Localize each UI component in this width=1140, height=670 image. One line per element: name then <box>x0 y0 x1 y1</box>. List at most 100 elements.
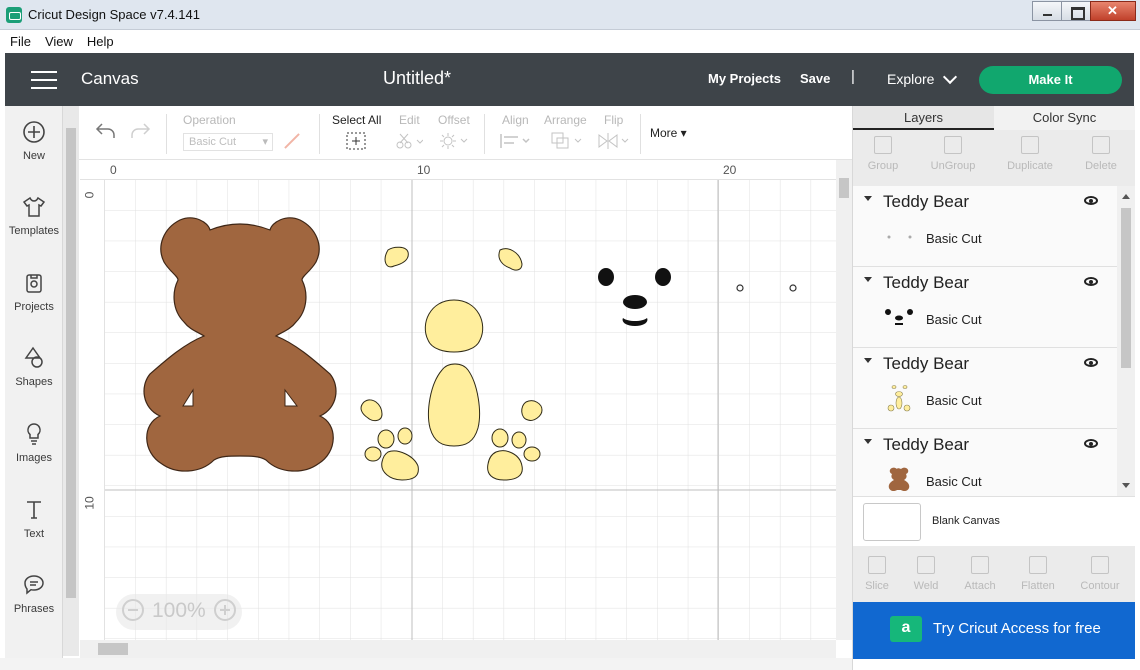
flip-button[interactable]: Flip <box>604 113 623 127</box>
blank-canvas-row[interactable]: Blank Canvas <box>853 496 1135 546</box>
ruler-label: 10 <box>417 163 431 177</box>
paperclip-icon <box>971 556 989 574</box>
menu-view[interactable]: View <box>45 34 73 49</box>
blank-canvas-swatch[interactable] <box>863 503 921 541</box>
explore-dropdown[interactable]: Explore <box>887 71 934 87</box>
weld-button[interactable]: Weld <box>896 556 956 592</box>
window-titlebar: Cricut Design Space v7.4.141 <box>0 0 1140 30</box>
ungroup-icon <box>944 136 962 154</box>
sidebar-scroll-thumb[interactable] <box>66 128 76 598</box>
maximize-icon[interactable] <box>1061 1 1091 21</box>
eye-icon[interactable] <box>1084 439 1098 448</box>
my-projects-link[interactable]: My Projects <box>708 71 781 86</box>
tab-color-sync[interactable]: Color Sync <box>994 106 1135 130</box>
tool-label: Slice <box>865 580 889 592</box>
delete-button[interactable]: Delete <box>1071 136 1131 172</box>
cricut-access-icon: a <box>890 616 922 642</box>
lightbulb-icon <box>27 423 41 445</box>
canvas-grid[interactable] <box>80 160 836 640</box>
contour-button[interactable]: Contour <box>1069 556 1131 592</box>
sidebar-scrollbar[interactable] <box>63 106 79 656</box>
trash-icon <box>1092 136 1110 154</box>
sidebar-item-label: Phrases <box>13 603 55 615</box>
scroll-down-icon[interactable] <box>1122 483 1130 488</box>
canvas-hscroll-thumb[interactable] <box>98 643 128 655</box>
tool-label: Attach <box>964 580 996 592</box>
eye-icon[interactable] <box>1084 277 1098 286</box>
save-button[interactable]: Save <box>800 71 830 86</box>
scissors-icon[interactable] <box>395 132 423 150</box>
layers-scroll-thumb[interactable] <box>1121 208 1131 368</box>
sidebar-item-new[interactable]: New <box>5 120 63 162</box>
caret-down-icon[interactable] <box>864 277 872 282</box>
select-all-icon[interactable] <box>346 132 366 150</box>
make-it-button[interactable]: Make It <box>979 66 1122 94</box>
more-label: More <box>650 126 678 140</box>
menu-help[interactable]: Help <box>87 34 114 49</box>
more-dropdown[interactable]: More ▾ <box>650 126 687 140</box>
close-icon[interactable] <box>1090 1 1136 21</box>
document-title[interactable]: Untitled* <box>383 68 451 89</box>
ruler-label: 10 <box>82 496 97 510</box>
operation-select[interactable]: Basic Cut <box>183 133 273 151</box>
flip-icon[interactable] <box>598 132 630 150</box>
sidebar-item-templates[interactable]: Templates <box>5 195 63 237</box>
layer-group-name: Teddy Bear <box>883 273 969 292</box>
ungroup-button[interactable]: UnGroup <box>923 136 983 172</box>
slice-icon <box>868 556 886 574</box>
layer-tools: Group UnGroup Duplicate Delete <box>853 130 1135 186</box>
contour-icon <box>1091 556 1109 574</box>
shirt-icon <box>22 196 46 217</box>
menu-file[interactable]: File <box>10 34 31 49</box>
arrange-icon[interactable] <box>551 132 583 150</box>
caret-down-icon[interactable] <box>864 196 872 201</box>
offset-button[interactable]: Offset <box>438 113 470 127</box>
layer-group[interactable]: Teddy Bear Basic Cut <box>853 186 1117 267</box>
canvas-vscroll-thumb[interactable] <box>839 178 849 198</box>
layers-scrollbar[interactable] <box>1117 186 1135 496</box>
layer-thumbnail <box>887 385 911 412</box>
duplicate-button[interactable]: Duplicate <box>1000 136 1060 172</box>
layer-group[interactable]: Teddy Bear Basic Cut <box>853 348 1117 429</box>
scroll-up-icon[interactable] <box>1122 194 1130 199</box>
group-button[interactable]: Group <box>853 136 913 172</box>
sidebar-item-shapes[interactable]: Shapes <box>5 346 63 388</box>
caret-down-icon[interactable] <box>864 439 872 444</box>
sidebar-item-phrases[interactable]: Phrases <box>5 573 63 615</box>
minimize-icon[interactable] <box>1032 1 1062 21</box>
tool-label: UnGroup <box>930 160 976 172</box>
eye-icon[interactable] <box>1084 196 1098 205</box>
align-icon[interactable] <box>499 132 531 150</box>
hamburger-menu-icon[interactable] <box>31 71 57 89</box>
undo-icon[interactable] <box>95 122 117 140</box>
cricut-access-banner[interactable]: a Try Cricut Access for free <box>853 602 1135 659</box>
arrange-button[interactable]: Arrange <box>544 113 587 127</box>
canvas-horizontal-scrollbar[interactable] <box>80 640 836 658</box>
select-all-button[interactable]: Select All <box>332 113 381 127</box>
layer-operation: Basic Cut <box>926 312 982 327</box>
caret-down-icon[interactable] <box>864 358 872 363</box>
align-button[interactable]: Align <box>502 113 529 127</box>
layer-operation: Basic Cut <box>926 393 982 408</box>
chevron-down-icon[interactable] <box>942 69 958 85</box>
redo-icon[interactable] <box>129 122 151 140</box>
tab-layers[interactable]: Layers <box>853 106 994 130</box>
offset-icon[interactable] <box>439 132 469 150</box>
shapes-icon <box>24 346 43 368</box>
window-title: Cricut Design Space v7.4.141 <box>28 7 200 22</box>
eye-icon[interactable] <box>1084 358 1098 367</box>
layer-group[interactable]: Teddy Bear Basic Cut <box>853 267 1117 348</box>
flatten-button[interactable]: Flatten <box>1008 556 1068 592</box>
cricut-logo-icon <box>6 7 22 23</box>
pen-color-icon[interactable] <box>284 133 300 149</box>
zoom-in-icon[interactable] <box>214 599 236 621</box>
edit-button[interactable]: Edit <box>399 113 420 127</box>
sidebar-item-images[interactable]: Images <box>5 422 63 464</box>
layer-group-name: Teddy Bear <box>883 435 969 454</box>
attach-button[interactable]: Attach <box>950 556 1010 592</box>
header-separator: | <box>851 68 855 85</box>
sidebar-item-projects[interactable]: Projects <box>5 271 63 313</box>
sidebar-item-text[interactable]: Text <box>5 498 63 540</box>
zoom-out-icon[interactable] <box>122 599 144 621</box>
design-canvas[interactable] <box>80 160 836 640</box>
